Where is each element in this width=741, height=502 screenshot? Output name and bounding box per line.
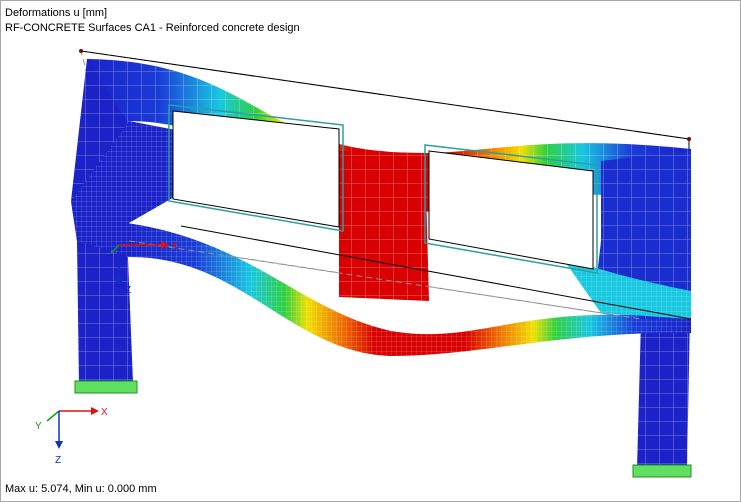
global-y-label: Y	[35, 421, 42, 432]
deformation-plot[interactable]: X Z X Y Z	[1, 1, 740, 501]
result-title: Deformations u [mm] RF-CONCRETE Surfaces…	[5, 6, 300, 36]
extremes-status: Max u: 5.074, Min u: 0.000 mm	[5, 483, 157, 495]
module-case-label: RF-CONCRETE Surfaces CA1 - Reinforced co…	[5, 22, 300, 34]
local-x-label: X	[171, 241, 178, 252]
global-x-label: X	[101, 407, 108, 418]
result-type-label: Deformations u [mm]	[5, 7, 108, 19]
deformed-structure[interactable]	[71, 59, 691, 469]
support-right	[632, 464, 692, 478]
supports	[74, 380, 692, 478]
support-left	[74, 380, 138, 394]
model-viewport[interactable]: X Z X Y Z Deformations u [mm] RF-CONCRET…	[0, 0, 741, 502]
global-z-label: Z	[55, 455, 61, 466]
local-z-label: Z	[125, 285, 131, 296]
global-axis-triad: X Y Z	[35, 407, 108, 466]
